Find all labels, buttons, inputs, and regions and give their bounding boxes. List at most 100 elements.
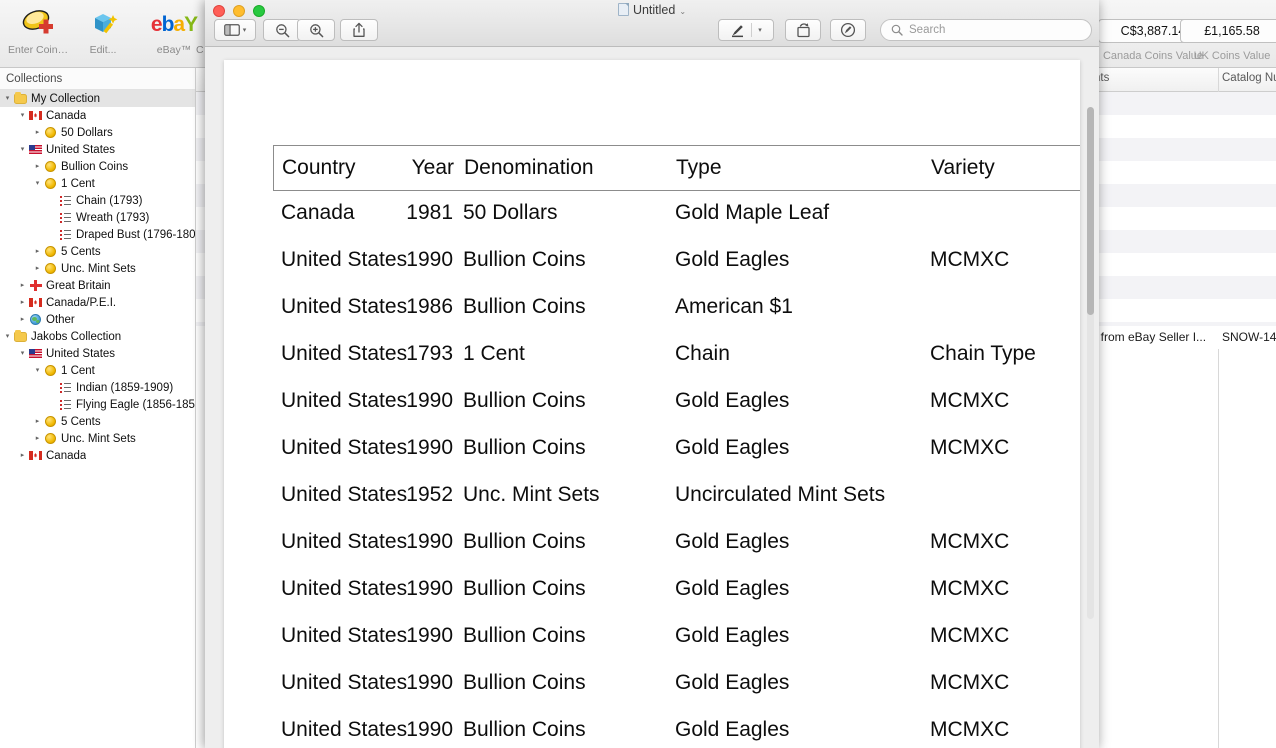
scrollbar-thumb[interactable] <box>1087 107 1094 315</box>
twisty-down-icon[interactable]: ▾ <box>32 175 43 192</box>
sidebar-item-5-cents[interactable]: ▸ 5 Cents <box>0 243 195 260</box>
sidebar-item-chain-1793[interactable]: Chain (1793) <box>0 192 195 209</box>
coin-icon <box>43 416 58 427</box>
twisty-right-icon[interactable]: ▸ <box>32 413 43 430</box>
cell-denomination: 1 Cent <box>463 342 525 365</box>
canada-coins-value: C$3,887.14 <box>1120 24 1186 38</box>
folder-icon <box>13 330 28 342</box>
cell-catalog-number: SNOW-144 <box>1222 330 1276 344</box>
annotate-button[interactable] <box>830 19 866 41</box>
toolbar-button-edit[interactable]: Edit... <box>72 6 134 56</box>
sidebar-item-label: Unc. Mint Sets <box>61 432 136 445</box>
toolbar-button-enter-coins[interactable]: Enter Coin(s)... <box>8 6 70 56</box>
chevron-down-icon[interactable]: ▾ <box>243 26 247 34</box>
search-input[interactable]: Search <box>880 19 1092 41</box>
sidebar-item-label: United States <box>46 143 116 156</box>
cell-variety: MCMXC <box>930 389 1010 412</box>
table-body: Canada 1981 50 Dollars Gold Maple Leaf Unite… <box>273 191 1080 748</box>
sidebar-item-wreath-1793[interactable]: Wreath (1793) <box>0 209 195 226</box>
twisty-right-icon[interactable]: ▸ <box>17 277 28 294</box>
sidebar-item-flying-eagle-1856-185[interactable]: Flying Eagle (1856-185 <box>0 396 195 413</box>
collections-tree: ▾ My Collection ▾ Canada ▸ 50 Dollars ▾ United … <box>0 90 195 464</box>
list-icon <box>58 399 73 410</box>
cell-year: 1990 <box>406 389 453 412</box>
twisty-down-icon[interactable]: ▾ <box>17 141 28 158</box>
sidebar-item-other[interactable]: ▸ Other <box>0 311 195 328</box>
twisty-right-icon[interactable]: ▸ <box>17 311 28 328</box>
markup-button[interactable]: ▾ <box>718 19 774 41</box>
cell-variety: MCMXC <box>930 624 1010 647</box>
sidebar-item-canada[interactable]: ▾ Canada <box>0 107 195 124</box>
chevron-down-icon[interactable]: ⌄ <box>679 7 686 16</box>
twisty-right-icon[interactable]: ▸ <box>32 430 43 447</box>
zoom-in-button[interactable] <box>297 19 335 41</box>
sidebar-item-canada-p-e-i[interactable]: ▸ Canada/P.E.I. <box>0 294 195 311</box>
zoom-out-button[interactable] <box>263 19 301 41</box>
cell-year: 1990 <box>406 530 453 553</box>
twisty-right-icon[interactable]: ▸ <box>32 158 43 175</box>
coin-icon <box>43 433 58 444</box>
twisty-down-icon[interactable]: ▾ <box>2 90 13 107</box>
sidebar-item-1-cent[interactable]: ▾ 1 Cent <box>0 362 195 379</box>
uk-coins-value-box: £1,165.58 <box>1180 19 1276 43</box>
sidebar-item-50-dollars[interactable]: ▸ 50 Dollars <box>0 124 195 141</box>
flag-usa-icon <box>28 349 43 358</box>
cell-year: 1986 <box>406 295 453 318</box>
sidebar-header: Collections <box>0 68 195 90</box>
cell-variety: MCMXC <box>930 671 1010 694</box>
table-header-row: Country Year Denomination Type Variety <box>273 145 1080 191</box>
uk-coins-value-label: UK Coins Value <box>1193 50 1271 62</box>
sidebar-item-bullion-coins[interactable]: ▸ Bullion Coins <box>0 158 195 175</box>
twisty-down-icon[interactable]: ▾ <box>2 328 13 345</box>
cell-denomination: Bullion Coins <box>463 248 586 271</box>
close-button[interactable] <box>213 5 225 17</box>
sidebar-item-5-cents[interactable]: ▸ 5 Cents <box>0 413 195 430</box>
sidebar-item-label: Wreath (1793) <box>76 211 150 224</box>
sidebar-item-label: Chain (1793) <box>76 194 143 207</box>
coin-icon <box>43 263 58 274</box>
sidebar-item-jakobs-collection[interactable]: ▾ Jakobs Collection <box>0 328 195 345</box>
header-type: Type <box>676 156 722 179</box>
sidebar-item-label: 5 Cents <box>61 245 101 258</box>
twisty-right-icon[interactable]: ▸ <box>32 243 43 260</box>
view-sidebar-icon <box>223 24 240 36</box>
sidebar-item-united-states[interactable]: ▾ United States <box>0 141 195 158</box>
cell-denomination: Bullion Coins <box>463 389 586 412</box>
minimize-button[interactable] <box>233 5 245 17</box>
cell-variety: Chain Type <box>930 342 1036 365</box>
cell-type: Gold Eagles <box>675 624 790 647</box>
twisty-right-icon[interactable]: ▸ <box>32 124 43 141</box>
cell-denomination: Bullion Coins <box>463 295 586 318</box>
twisty-right-icon[interactable]: ▸ <box>17 447 28 464</box>
folder-icon <box>13 92 28 104</box>
chevron-down-icon[interactable]: ▾ <box>758 26 762 34</box>
twisty-down-icon[interactable]: ▾ <box>17 107 28 124</box>
preview-scrollbar[interactable] <box>1087 107 1094 619</box>
sidebar-item-draped-bust-1796-180[interactable]: Draped Bust (1796-180 <box>0 226 195 243</box>
table-row: United States 1990 Bullion Coins Gold Eagle… <box>273 661 1080 708</box>
cell-year: 1990 <box>406 577 453 600</box>
sidebar-item-label: Great Britain <box>46 279 111 292</box>
sidebar-item-great-britain[interactable]: ▸ Great Britain <box>0 277 195 294</box>
sidebar-item-unc-mint-sets[interactable]: ▸ Unc. Mint Sets <box>0 430 195 447</box>
share-button[interactable] <box>340 19 378 41</box>
rotate-button[interactable] <box>785 19 821 41</box>
cell-variety: MCMXC <box>930 530 1010 553</box>
preview-titlebar[interactable]: Untitled ⌄ ▾ ▾ Search <box>205 0 1099 47</box>
sidebar-toggle-button[interactable]: ▾ <box>214 19 256 41</box>
sidebar-item-indian-1859-1909[interactable]: Indian (1859-1909) <box>0 379 195 396</box>
sidebar-item-canada[interactable]: ▸ Canada <box>0 447 195 464</box>
twisty-right-icon[interactable]: ▸ <box>32 260 43 277</box>
sidebar-item-1-cent[interactable]: ▾ 1 Cent <box>0 175 195 192</box>
collections-sidebar: Collections ▾ My Collection ▾ Canada ▸ 50 Dol… <box>0 68 196 748</box>
cell-year: 1952 <box>406 483 453 506</box>
column-header-catalog-number[interactable]: Catalog Num <box>1222 72 1276 84</box>
cell-denomination: Bullion Coins <box>463 530 586 553</box>
twisty-down-icon[interactable]: ▾ <box>32 362 43 379</box>
sidebar-item-united-states[interactable]: ▾ United States <box>0 345 195 362</box>
maximize-button[interactable] <box>253 5 265 17</box>
twisty-down-icon[interactable]: ▾ <box>17 345 28 362</box>
sidebar-item-my-collection[interactable]: ▾ My Collection <box>0 90 195 107</box>
twisty-right-icon[interactable]: ▸ <box>17 294 28 311</box>
sidebar-item-unc-mint-sets[interactable]: ▸ Unc. Mint Sets <box>0 260 195 277</box>
